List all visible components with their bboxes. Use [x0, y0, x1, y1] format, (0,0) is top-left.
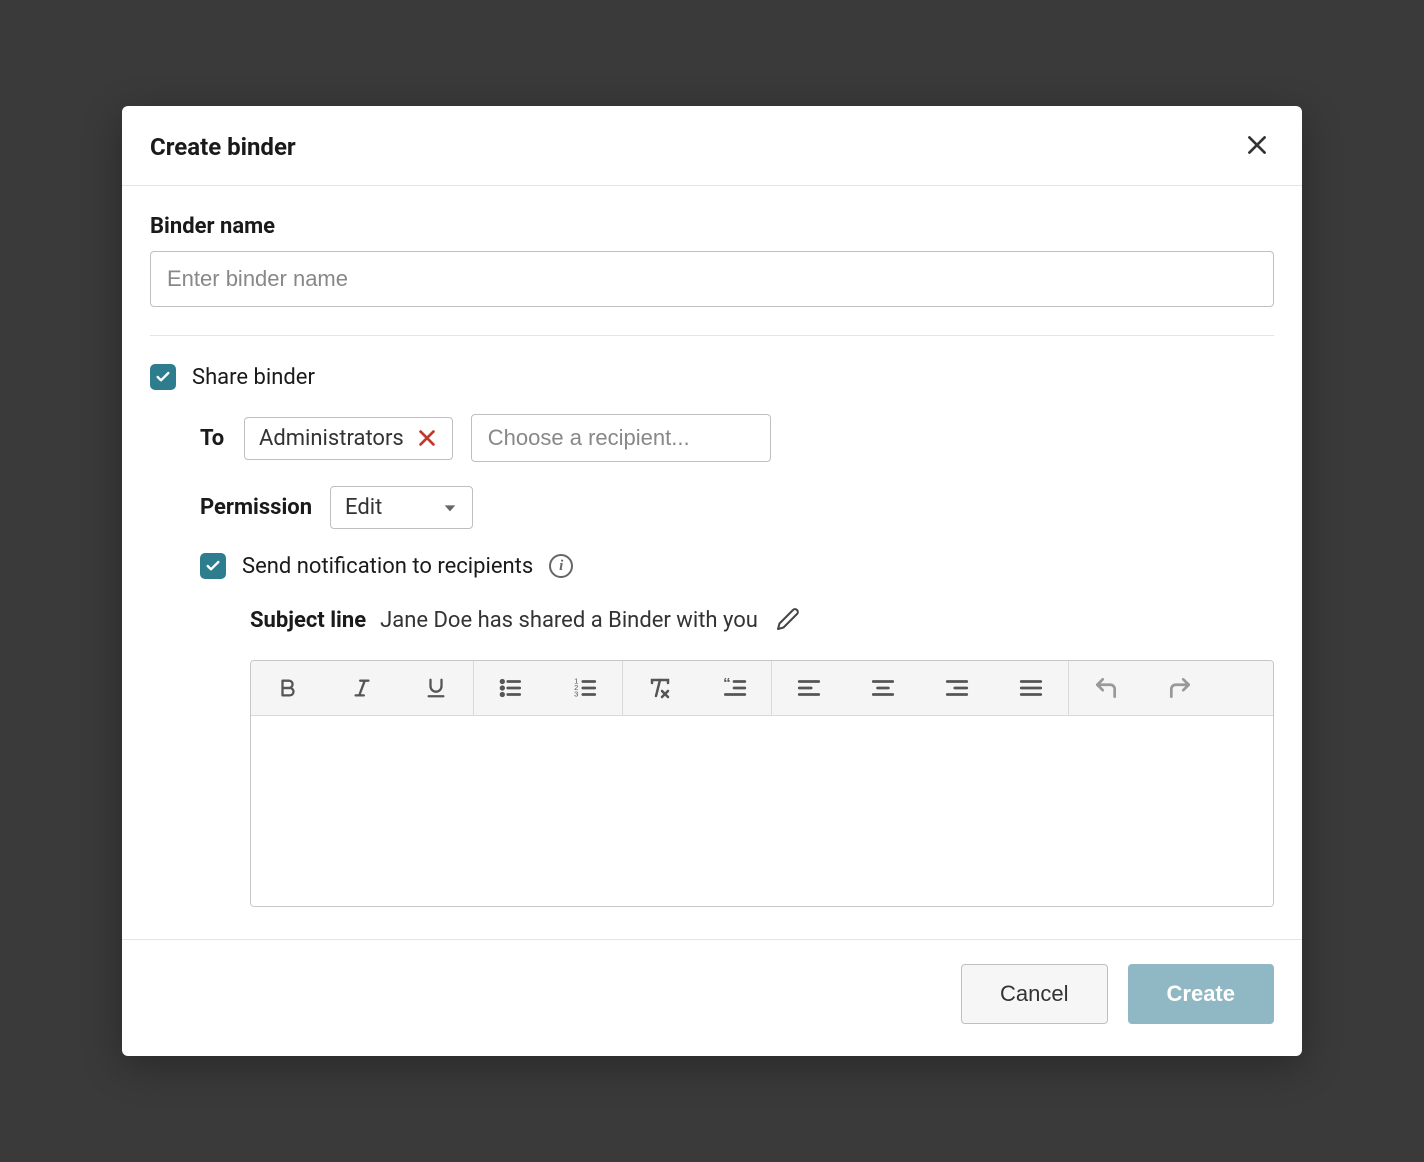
- modal-title: Create binder: [150, 133, 296, 161]
- bold-button[interactable]: [251, 661, 325, 715]
- underline-button[interactable]: [399, 661, 473, 715]
- align-left-button[interactable]: [772, 661, 846, 715]
- align-left-icon: [796, 675, 822, 701]
- redo-button[interactable]: [1143, 661, 1217, 715]
- align-center-icon: [870, 675, 896, 701]
- toolbar-group-formatting: [251, 661, 474, 715]
- to-row: To Administrators: [200, 414, 1274, 462]
- clear-format-icon: [648, 676, 672, 700]
- subject-label: Subject line: [250, 608, 366, 633]
- permission-row: Permission Edit: [200, 486, 1274, 529]
- subject-row: Subject line Jane Doe has shared a Binde…: [250, 603, 1274, 638]
- permission-label: Permission: [200, 495, 312, 520]
- info-icon[interactable]: i: [549, 554, 573, 578]
- share-binder-checkbox[interactable]: [150, 364, 176, 390]
- modal-header: Create binder: [122, 106, 1302, 186]
- numbered-list-button[interactable]: 123: [548, 661, 622, 715]
- recipient-input[interactable]: [471, 414, 771, 462]
- permission-select[interactable]: Edit: [330, 486, 473, 529]
- cancel-button[interactable]: Cancel: [961, 964, 1107, 1024]
- divider: [150, 335, 1274, 336]
- blockquote-button[interactable]: “: [697, 661, 771, 715]
- align-right-button[interactable]: [920, 661, 994, 715]
- svg-text:“: “: [723, 675, 731, 692]
- pencil-icon: [776, 607, 800, 631]
- recipient-chip-label: Administrators: [259, 426, 404, 451]
- rich-text-editor: 123 “: [250, 660, 1274, 907]
- bold-icon: [277, 677, 299, 699]
- undo-icon: [1093, 675, 1119, 701]
- toolbar-group-history: [1069, 661, 1217, 715]
- close-button[interactable]: [1240, 128, 1274, 165]
- edit-subject-button[interactable]: [772, 603, 804, 638]
- svg-text:3: 3: [574, 690, 578, 699]
- toolbar-group-lists: 123: [474, 661, 623, 715]
- underline-icon: [425, 677, 447, 699]
- close-icon: [1244, 132, 1270, 158]
- align-justify-icon: [1018, 675, 1044, 701]
- create-binder-modal: Create binder Binder name Share binder T…: [122, 106, 1302, 1056]
- permission-selected-value: Edit: [345, 495, 382, 520]
- modal-body: Binder name Share binder To Administrato…: [122, 186, 1302, 915]
- x-icon: [416, 427, 438, 449]
- clear-format-button[interactable]: [623, 661, 697, 715]
- toolbar-group-align: [772, 661, 1069, 715]
- align-center-button[interactable]: [846, 661, 920, 715]
- blockquote-icon: “: [721, 675, 747, 701]
- bullet-list-button[interactable]: [474, 661, 548, 715]
- editor-textarea[interactable]: [251, 716, 1273, 906]
- editor-toolbar: 123 “: [251, 661, 1273, 716]
- toolbar-group-misc: “: [623, 661, 772, 715]
- share-binder-row: Share binder: [150, 364, 1274, 390]
- align-right-icon: [944, 675, 970, 701]
- share-binder-label: Share binder: [192, 365, 315, 390]
- share-settings: To Administrators Permission Edit: [200, 414, 1274, 907]
- recipient-chip: Administrators: [244, 417, 453, 460]
- notify-label: Send notification to recipients: [242, 554, 533, 579]
- italic-button[interactable]: [325, 661, 399, 715]
- create-button[interactable]: Create: [1128, 964, 1274, 1024]
- subject-value: Jane Doe has shared a Binder with you: [380, 608, 758, 633]
- check-icon: [205, 558, 221, 574]
- chevron-down-icon: [442, 500, 458, 516]
- align-justify-button[interactable]: [994, 661, 1068, 715]
- notify-checkbox[interactable]: [200, 553, 226, 579]
- binder-name-label: Binder name: [150, 214, 1274, 239]
- binder-name-input[interactable]: [150, 251, 1274, 307]
- numbered-list-icon: 123: [572, 675, 598, 701]
- undo-button[interactable]: [1069, 661, 1143, 715]
- bullet-list-icon: [498, 675, 524, 701]
- italic-icon: [351, 677, 373, 699]
- redo-icon: [1167, 675, 1193, 701]
- modal-footer: Cancel Create: [122, 939, 1302, 1056]
- check-icon: [155, 369, 171, 385]
- to-label: To: [200, 426, 226, 451]
- notify-row: Send notification to recipients i: [200, 553, 1274, 579]
- remove-recipient-button[interactable]: [416, 427, 438, 449]
